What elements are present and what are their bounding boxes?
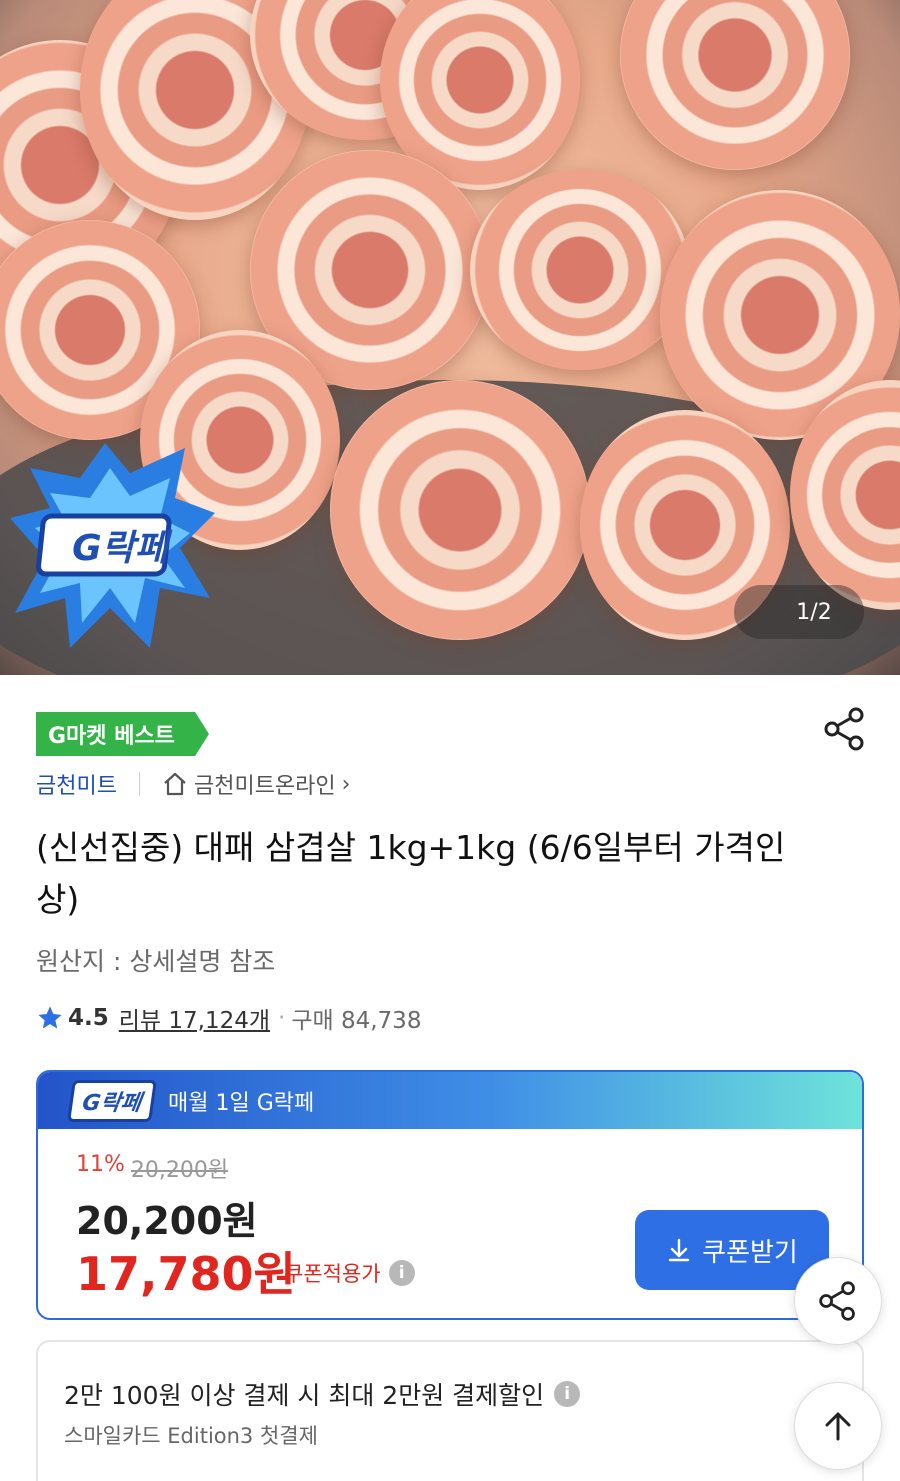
purchase-count: 구매 84,738: [291, 1008, 422, 1034]
store-link[interactable]: 금천미트온라인 ›: [162, 768, 351, 800]
origin-info: 원산지 : 상세설명 참조: [36, 947, 276, 976]
rating-score: 4.5: [68, 1005, 109, 1031]
store-link-label: 금천미트온라인: [193, 774, 336, 799]
divider: [138, 772, 140, 796]
glakpe-logo: G락페: [67, 1079, 157, 1122]
share-icon: [819, 1281, 855, 1321]
info-icon[interactable]: i: [388, 1260, 415, 1286]
discount-line: 11% 20,200원: [76, 1152, 228, 1184]
svg-text:G락페: G락페: [72, 528, 173, 569]
card-promo-box[interactable]: 2만 100원 이상 결제 시 최대 2만원 결제할인 i 스마일카드 Edit…: [36, 1340, 864, 1481]
image-counter: 1/2: [734, 585, 864, 639]
review-count-link[interactable]: 리뷰 17,124개: [119, 1001, 270, 1035]
promo-title: 2만 100원 이상 결제 시 최대 2만원 결제할인: [64, 1381, 545, 1410]
download-icon: [668, 1238, 690, 1262]
original-price: 20,200원: [130, 1158, 229, 1183]
coupon-price-label-row: 쿠폰적용가 i: [284, 1258, 415, 1288]
scroll-to-top-button[interactable]: [794, 1382, 882, 1470]
seller-row: 금천미트 금천미트온라인 ›: [36, 768, 350, 800]
share-icon[interactable]: [822, 706, 868, 752]
rating-row: 4.5 리뷰 17,124개 · 구매 84,738: [36, 1001, 421, 1035]
discount-percent: 11%: [76, 1152, 125, 1177]
product-title: (신선집중) 대패 삼겹살 1kg+1kg (6/6일부터 가격인상): [36, 828, 786, 919]
seller-name-link[interactable]: 금천미트: [36, 768, 117, 800]
meat-roll: [620, 0, 850, 170]
home-icon: [164, 772, 186, 796]
deal-header-text: 매월 1일 G락페: [168, 1090, 315, 1116]
promo-subtitle: 스마일카드 Edition3 첫결제: [64, 1424, 318, 1448]
gmarket-best-tag: G마켓 베스트: [36, 712, 209, 756]
deal-header: G락페 매월 1일 G락페: [38, 1072, 862, 1129]
sale-price: 20,200원: [76, 1199, 258, 1243]
glakpe-event-badge: G락페: [10, 443, 215, 648]
info-icon[interactable]: i: [554, 1381, 581, 1407]
get-coupon-label: 쿠폰받기: [702, 1237, 798, 1268]
chevron-right-icon: ›: [341, 771, 351, 797]
star-icon: [38, 1006, 62, 1029]
coupon-price-label: 쿠폰적용가: [284, 1262, 381, 1286]
coupon-price: 17,780원: [76, 1247, 296, 1301]
separator-dot: ·: [278, 1005, 286, 1031]
glakpe-deal-box: G락페 매월 1일 G락페 11% 20,200원 20,200원 17,780…: [36, 1070, 864, 1320]
product-image[interactable]: G락페 1/2: [0, 0, 900, 675]
meat-roll: [470, 170, 690, 370]
arrow-up-icon: [825, 1412, 851, 1441]
promo-title-row: 2만 100원 이상 결제 시 최대 2만원 결제할인 i: [64, 1376, 581, 1412]
meat-roll: [330, 380, 590, 640]
floating-share-button[interactable]: [794, 1257, 882, 1345]
